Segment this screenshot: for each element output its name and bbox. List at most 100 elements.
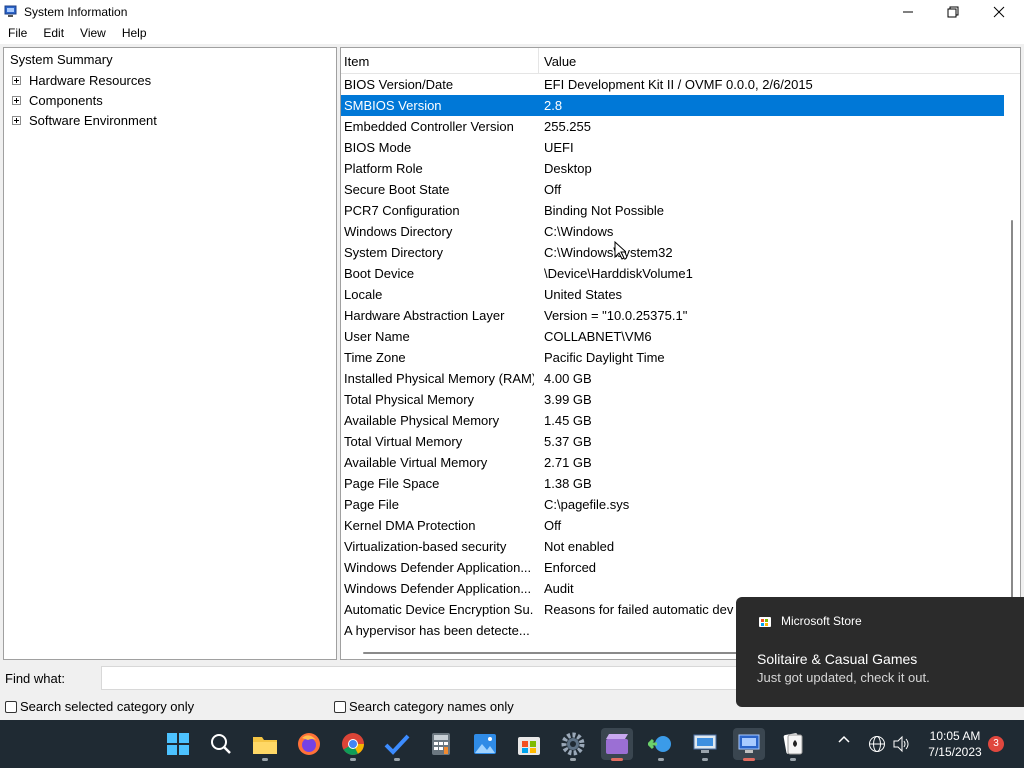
network-button[interactable] (868, 735, 886, 753)
cell-value: 5.37 GB (544, 434, 592, 449)
search-icon (211, 734, 231, 754)
restore-button[interactable] (930, 0, 976, 24)
tree-item-components[interactable]: Components (12, 91, 103, 109)
close-button[interactable] (976, 0, 1022, 24)
table-row[interactable]: Locale United States (341, 284, 1004, 305)
toast-notification[interactable]: Microsoft Store Solitaire & Casual Games… (736, 597, 1024, 707)
table-row[interactable]: BIOS Version/Date EFI Development Kit II … (341, 74, 1004, 95)
list-rows: BIOS Version/Date EFI Development Kit II … (341, 74, 1004, 641)
table-row[interactable]: Total Physical Memory 3.99 GB (341, 389, 1004, 410)
table-row[interactable]: Windows Defender Application... Enforced (341, 557, 1004, 578)
tree-item-hardware-resources[interactable]: Hardware Resources (12, 71, 151, 89)
window-title: System Information (24, 5, 128, 19)
details-list: Item Value BIOS Version/Date EFI Developm… (340, 47, 1021, 660)
expand-icon[interactable] (12, 75, 21, 85)
toast-app-name: Microsoft Store (781, 614, 862, 628)
table-row[interactable]: Available Physical Memory 1.45 GB (341, 410, 1004, 431)
clock[interactable]: 10:05 AM 7/15/2023 (920, 728, 990, 760)
start-button[interactable] (162, 728, 194, 760)
search-selected-category-checkbox[interactable]: Search selected category only (5, 699, 194, 714)
table-row[interactable]: Page File Space 1.38 GB (341, 473, 1004, 494)
todo-icon (384, 734, 410, 755)
windows-start-icon (167, 733, 189, 755)
table-row[interactable]: Virtualization-based security Not enabled (341, 536, 1004, 557)
menu-help[interactable]: Help (114, 24, 155, 44)
cell-item: Windows Directory (344, 224, 453, 239)
tree-item-label: Hardware Resources (29, 72, 152, 88)
table-row[interactable]: Available Virtual Memory 2.71 GB (341, 452, 1004, 473)
cell-value: Pacific Daylight Time (544, 350, 665, 365)
cell-item: Boot Device (344, 266, 415, 281)
taskbar-firefox[interactable] (293, 728, 325, 760)
expand-icon[interactable] (12, 95, 21, 105)
table-row[interactable]: Hardware Abstraction Layer Version = "10.… (341, 305, 1004, 326)
column-divider[interactable] (538, 48, 539, 74)
taskbar-clipchamp[interactable] (601, 728, 633, 761)
running-indicator (702, 758, 708, 761)
cell-value: 1.45 GB (544, 413, 592, 428)
taskbar-photos[interactable] (469, 728, 501, 760)
table-row[interactable]: User Name COLLABNET\VM6 (341, 326, 1004, 347)
table-row[interactable]: Kernel DMA Protection Off (341, 515, 1004, 536)
checkbox-box[interactable] (334, 700, 346, 713)
running-indicator (394, 758, 400, 761)
running-indicator (790, 758, 796, 761)
taskbar-solitaire[interactable] (777, 728, 809, 761)
menu-file[interactable]: File (0, 24, 35, 44)
vertical-scrollbar-thumb[interactable] (1011, 220, 1013, 600)
taskbar-file-explorer[interactable] (249, 728, 281, 761)
table-row[interactable]: PCR7 Configuration Binding Not Possible (341, 200, 1004, 221)
table-row[interactable]: System Directory C:\Windows\system32 (341, 242, 1004, 263)
cell-value: 1.38 GB (544, 476, 592, 491)
cell-value: Not enabled (544, 539, 615, 554)
taskbar-todo[interactable] (381, 728, 413, 761)
settings-icon (561, 732, 585, 756)
taskbar-remote-desktop[interactable] (689, 728, 721, 761)
taskbar-search-button[interactable] (205, 728, 237, 760)
cell-value: Desktop (544, 161, 592, 176)
column-header-item[interactable]: Item (344, 54, 369, 69)
find-input[interactable] (101, 666, 801, 690)
taskbar-system-information[interactable] (733, 728, 765, 761)
show-hidden-icons-button[interactable] (837, 734, 851, 744)
vertical-scrollbar[interactable] (1004, 74, 1020, 644)
tree-item-software-environment[interactable]: Software Environment (12, 111, 157, 129)
table-row[interactable]: Platform Role Desktop (341, 158, 1004, 179)
menu-bar: File Edit View Help (0, 24, 1024, 44)
table-row[interactable]: Time Zone Pacific Daylight Time (341, 347, 1004, 368)
file-explorer-icon (253, 737, 277, 754)
table-row[interactable]: Boot Device \Device\HarddiskVolume1 (341, 263, 1004, 284)
table-row[interactable]: Windows Defender Application... Audit (341, 578, 1004, 599)
taskbar-chrome[interactable] (337, 728, 369, 761)
table-row[interactable]: SMBIOS Version 2.8 (341, 95, 1004, 116)
menu-edit[interactable]: Edit (35, 24, 72, 44)
cell-item: Available Virtual Memory (344, 455, 488, 470)
taskbar-calculator[interactable] (425, 728, 457, 760)
table-row[interactable]: Installed Physical Memory (RAM) 4.00 GB (341, 368, 1004, 389)
taskbar-network-share[interactable] (645, 728, 677, 761)
table-row[interactable]: Windows Directory C:\Windows (341, 221, 1004, 242)
tree-item-system-summary[interactable]: System Summary (10, 52, 113, 67)
search-category-names-checkbox[interactable]: Search category names only (334, 699, 514, 714)
cell-item: Time Zone (344, 350, 406, 365)
taskbar-microsoft-store[interactable] (513, 728, 545, 760)
table-row[interactable]: BIOS Mode UEFI (341, 137, 1004, 158)
expand-icon[interactable] (12, 115, 21, 125)
cell-value: 2.8 (544, 98, 563, 113)
menu-view[interactable]: View (72, 24, 114, 44)
cell-value: Version = "10.0.25375.1" (544, 308, 688, 323)
notification-badge[interactable]: 3 (988, 736, 1004, 752)
volume-button[interactable] (892, 735, 910, 753)
table-row[interactable]: Total Virtual Memory 5.37 GB (341, 431, 1004, 452)
column-header-value[interactable]: Value (544, 54, 576, 69)
table-row[interactable]: Secure Boot State Off (341, 179, 1004, 200)
taskbar-settings[interactable] (557, 728, 589, 761)
checkbox-box[interactable] (5, 700, 17, 713)
minimize-button[interactable] (885, 0, 931, 24)
table-row[interactable]: Page File C:\pagefile.sys (341, 494, 1004, 515)
cell-item: PCR7 Configuration (344, 203, 460, 218)
cell-item: Hardware Abstraction Layer (344, 308, 505, 323)
table-row[interactable]: Embedded Controller Version 255.255 (341, 116, 1004, 137)
microsoft-store-icon (518, 737, 540, 755)
cell-item: Locale (344, 287, 383, 302)
